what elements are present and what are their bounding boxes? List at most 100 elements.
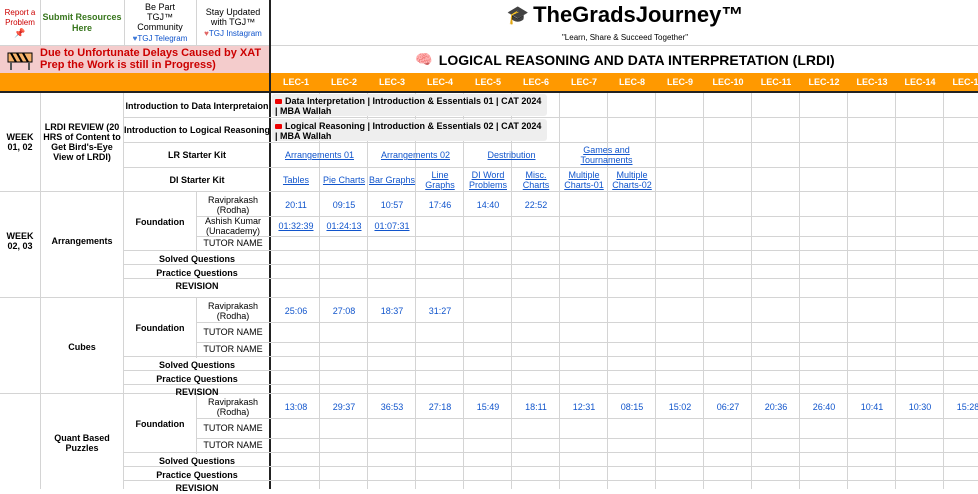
week-label: WEEK 02, 03 (6, 231, 34, 251)
topic-name: Cubes (68, 342, 96, 352)
duration-link[interactable]: 31:27 (416, 300, 464, 322)
construction-icon (4, 48, 36, 72)
grid-line (40, 0, 41, 46)
duration-link[interactable]: 27:08 (320, 300, 368, 322)
video-chip[interactable]: Data Interpretation | Introduction & Ess… (272, 94, 547, 116)
submit-resources-link[interactable]: Submit Resources Here (40, 0, 124, 45)
duration-link[interactable]: 01:32:39 (272, 216, 320, 236)
section-header: 🧠 LOGICAL REASONING AND DATA INTERPRETAT… (272, 46, 978, 73)
grid-line (196, 384, 978, 385)
instagram-label: TGJ Instagram (208, 28, 262, 38)
week-label: WEEK 01, 02 (6, 132, 34, 152)
intro-lr-label: Introduction to Logical Reasoning (124, 125, 270, 135)
di-starter-kit-label: DI Starter Kit (169, 174, 225, 185)
lr-link[interactable]: Arrangements 01 (272, 143, 367, 167)
grid-line (847, 93, 848, 489)
di-link[interactable]: Bar Graphs (368, 168, 416, 191)
duration-link[interactable]: 09:15 (320, 194, 368, 216)
duration-link[interactable]: 15:02 (656, 396, 704, 418)
duration-link[interactable]: 10:30 (896, 396, 944, 418)
duration-link[interactable]: 10:57 (368, 194, 416, 216)
duration-link[interactable]: 36:53 (368, 396, 416, 418)
grid-line (196, 356, 978, 357)
revision-label: REVISION (175, 281, 219, 291)
duration-link[interactable]: 01:07:31 (368, 216, 416, 236)
tutor-name: TUTOR NAME (203, 344, 263, 354)
lecture-header: LEC-10 (712, 77, 744, 87)
duration-link[interactable]: 01:24:13 (320, 216, 368, 236)
duration-link[interactable]: 14:40 (464, 194, 512, 216)
stay-mid: with TGJ™ (210, 16, 256, 27)
brand-name: TheGradsJourney™ (533, 2, 744, 27)
telegram-link[interactable]: ♥TGJ Telegram (133, 34, 188, 44)
grid-line (196, 418, 978, 419)
duration-link[interactable]: 20:36 (752, 396, 800, 418)
di-link[interactable]: Multiple Charts-02 (608, 168, 656, 191)
duration-link[interactable]: 27:18 (416, 396, 464, 418)
video-chip[interactable]: Logical Reasoning | Introduction & Essen… (272, 119, 547, 141)
duration-link[interactable]: 15:49 (464, 396, 512, 418)
duration-link[interactable]: 22:52 (512, 194, 560, 216)
lecture-header: LEC-7 (570, 77, 597, 87)
submit-resources-label: Submit Resources Here (42, 11, 122, 33)
solved-questions-label: Solved Questions (158, 456, 236, 466)
lecture-header: LEC-14 (904, 77, 936, 87)
instagram-box: Stay Updated with TGJ™ ♥TGJ Instagram (196, 0, 270, 45)
duration-link[interactable]: 29:37 (320, 396, 368, 418)
frozen-column-divider (269, 0, 271, 489)
intro-di-label: Introduction to Data Interpretaion (125, 100, 269, 111)
section-title: LOGICAL REASONING AND DATA INTERPRETATIO… (438, 51, 835, 68)
di-link[interactable]: Tables (272, 168, 320, 191)
tutor-name: TUTOR NAME (203, 238, 263, 248)
duration-link[interactable]: 10:41 (848, 396, 896, 418)
duration-link[interactable]: 06:27 (704, 396, 752, 418)
duration-link[interactable]: 25:06 (272, 300, 320, 322)
duration-link[interactable]: 26:40 (800, 396, 848, 418)
duration-link[interactable]: 15:28 (944, 396, 978, 418)
stay-top: Stay Updated (205, 6, 261, 17)
di-link[interactable]: Line Graphs (416, 168, 464, 191)
solved-questions-label: Solved Questions (158, 360, 236, 370)
duration-link[interactable]: 18:37 (368, 300, 416, 322)
practice-questions-label: Practice Questions (156, 374, 238, 384)
di-link[interactable]: Pie Charts (320, 168, 368, 191)
grid-line (703, 93, 704, 489)
duration-link[interactable]: 08:15 (608, 396, 656, 418)
duration-link[interactable]: 13:08 (272, 396, 320, 418)
foundation-label: Foundation (135, 419, 185, 429)
telegram-label: TGJ Telegram (137, 33, 188, 43)
di-link[interactable]: Misc. Charts (512, 168, 560, 191)
grid-line (196, 264, 978, 265)
youtube-icon (275, 99, 282, 105)
lecture-header: LEC-9 (666, 77, 693, 87)
di-link[interactable]: Multiple Charts-01 (560, 168, 608, 191)
lr-link[interactable]: Games and Tournaments (560, 143, 653, 167)
grid-line (196, 452, 978, 453)
di-link[interactable]: DI Word Problems (464, 168, 512, 191)
duration-link[interactable]: 18:11 (512, 396, 560, 418)
graduation-cap-icon: 🎓 (506, 4, 530, 25)
brain-icon: 🧠 (415, 51, 433, 67)
grid-line (751, 93, 752, 489)
tutor-name: TUTOR NAME (203, 423, 263, 433)
tagline: "Learn, Share & Succeed Together" (561, 32, 689, 42)
grid-line (196, 322, 978, 323)
duration-link[interactable]: 17:46 (416, 194, 464, 216)
lecture-header: LEC-6 (522, 77, 549, 87)
lr-link[interactable]: Destribution (464, 143, 559, 167)
lr-link[interactable]: Arrangements 02 (368, 143, 463, 167)
foundation-label: Foundation (135, 323, 185, 333)
report-problem-link[interactable]: Report a Problem 📌 (0, 0, 40, 45)
lecture-header: LEC-3 (378, 77, 405, 87)
duration-link[interactable]: 12:31 (560, 396, 608, 418)
grid-line (196, 0, 197, 46)
tutor-name: Raviprakash (Rodha) (207, 195, 259, 215)
grid-line (196, 250, 978, 251)
video-title: Logical Reasoning | Introduction & Essen… (275, 121, 542, 141)
grid-line (124, 0, 125, 46)
practice-questions-label: Practice Questions (156, 268, 238, 278)
instagram-link[interactable]: ♥TGJ Instagram (204, 29, 262, 39)
duration-link[interactable]: 20:11 (272, 194, 320, 216)
topic-name: Arrangements (51, 236, 113, 246)
grid-line (196, 236, 978, 237)
